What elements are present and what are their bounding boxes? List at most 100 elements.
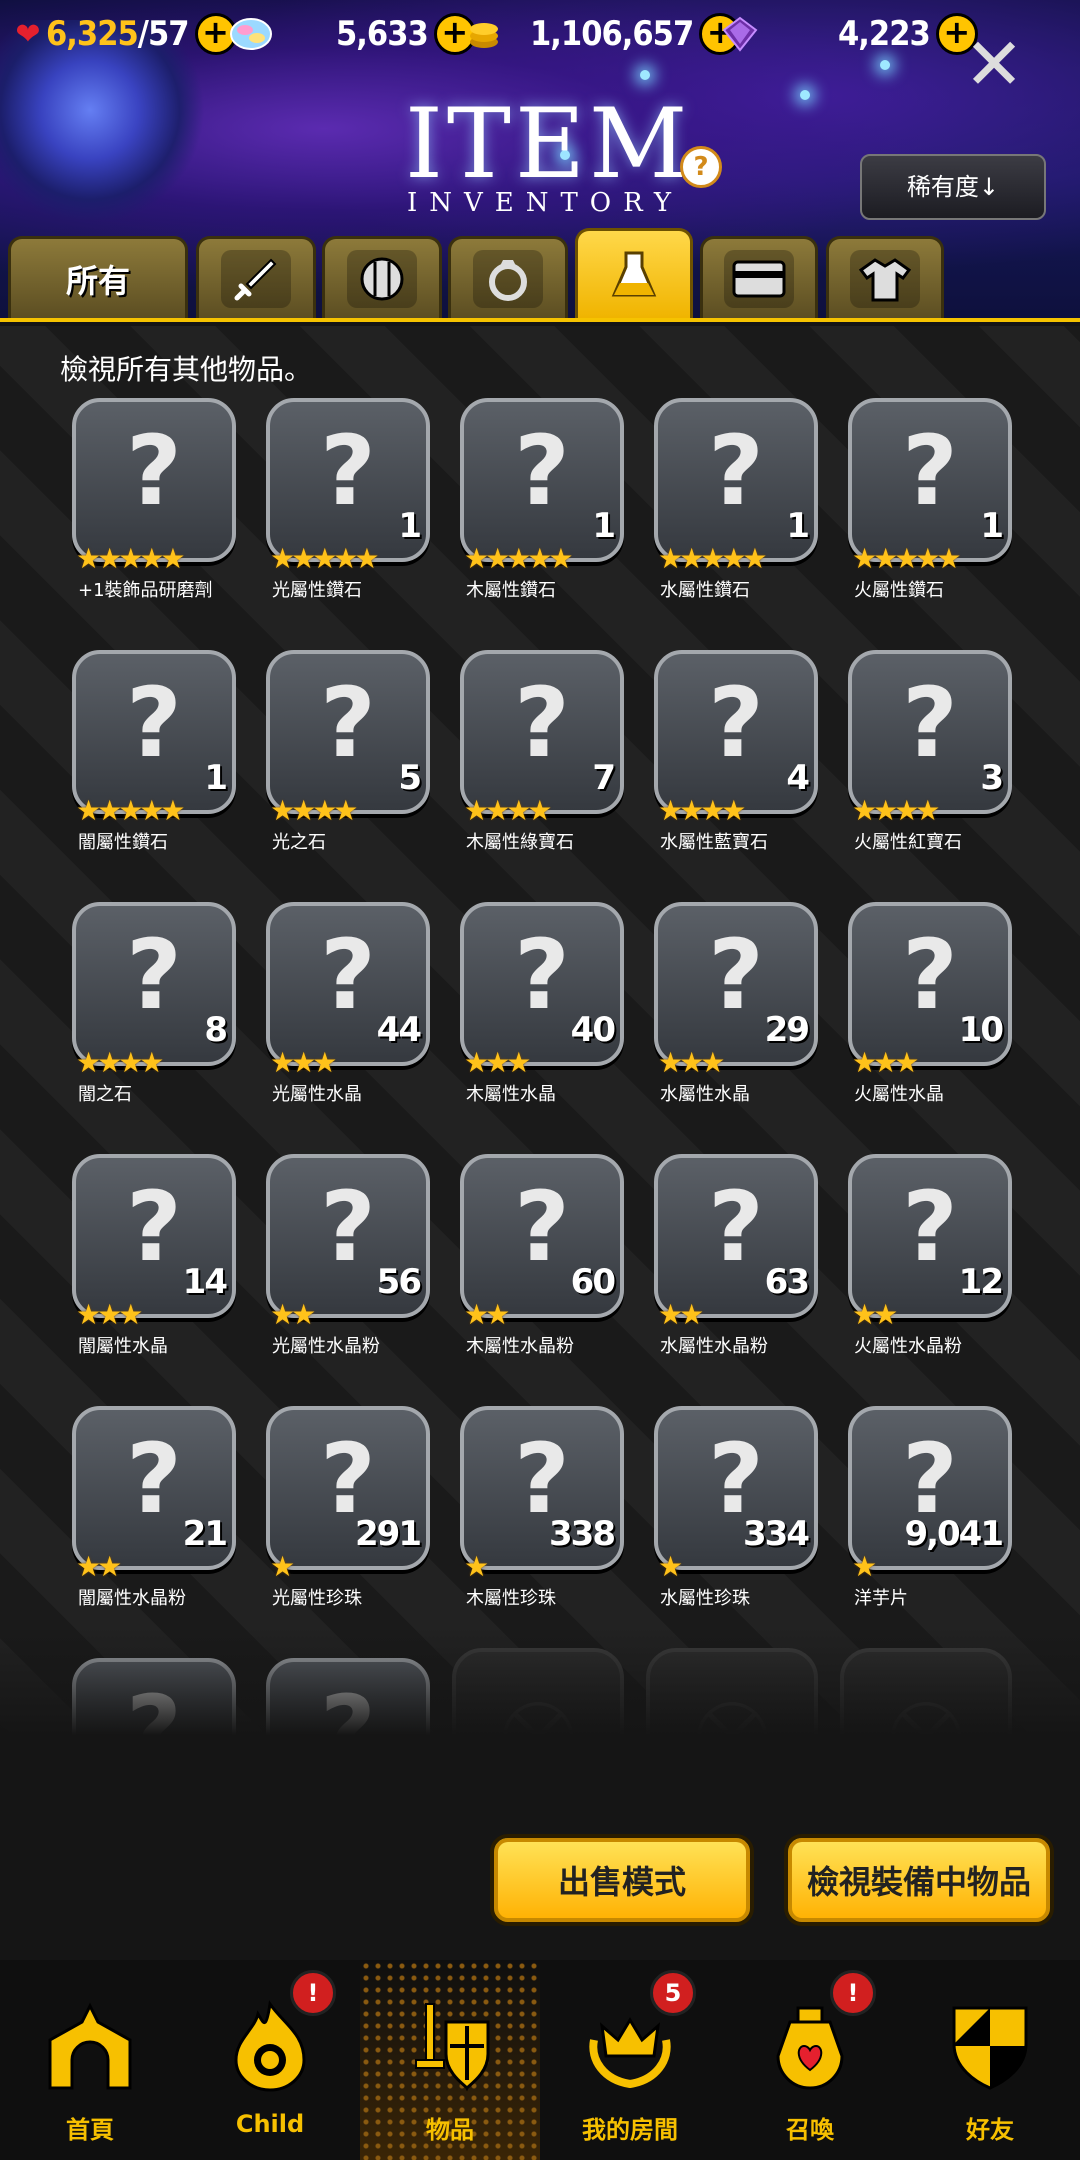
category-description: 檢視所有其他物品。	[60, 353, 313, 386]
item-card[interactable]: ? 334	[654, 1406, 818, 1570]
item-card[interactable]: ? 7	[460, 650, 624, 814]
item-card[interactable]: ? 1	[72, 650, 236, 814]
item-slot[interactable]: ? 1 ★★★★★ 木屬性鑽石	[460, 398, 630, 628]
item-slot[interactable]: ? 1 ★★★★★ 闇屬性鑽石	[72, 650, 242, 880]
rarity-stars: ★★★★★	[852, 542, 961, 575]
sparkle	[880, 60, 890, 70]
item-slot[interactable]: ? 40 ★★★ 木屬性水晶	[460, 902, 630, 1132]
item-slot[interactable]: ? 334 ★ 水屬性珍珠	[654, 1406, 824, 1636]
item-name: 闇之石	[78, 1084, 132, 1105]
item-card[interactable]: ? 3	[848, 650, 1012, 814]
tab-materials[interactable]	[575, 228, 693, 318]
item-card[interactable]: ? 1	[654, 398, 818, 562]
nav-summon[interactable]: ! 召喚	[720, 1960, 900, 2160]
item-slot[interactable]: ? 9,041 ★ 洋芋片	[848, 1406, 1018, 1636]
tab-all[interactable]: 所有	[8, 236, 188, 318]
item-slot[interactable]: ? 44 ★★★ 光屬性水晶	[266, 902, 436, 1132]
item-slot[interactable]: ? 4 ★★★★ 水屬性藍寶石	[654, 650, 824, 880]
item-name: 木屬性綠寶石	[466, 832, 574, 853]
item-count: 12	[958, 1262, 1004, 1302]
nav-friends[interactable]: 好友	[900, 1960, 1080, 2160]
tab-weapons[interactable]	[196, 236, 316, 318]
rarity-stars: ★★★★★	[464, 542, 573, 575]
dark-crystal-icon	[722, 16, 758, 52]
rarity-stars: ★★★★★	[76, 794, 185, 827]
item-name: 火屬性水晶粉	[854, 1336, 962, 1357]
item-card[interactable]: ? 14	[72, 1154, 236, 1318]
item-card[interactable]: ? 5	[266, 650, 430, 814]
rarity-stars: ★★★	[464, 1046, 531, 1079]
nav-my-room[interactable]: 5 我的房間	[540, 1960, 720, 2160]
sort-rarity-button[interactable]: 稀有度↓	[860, 154, 1046, 220]
coins-value: 1,106,657	[530, 14, 694, 54]
rarity-stars: ★★★★	[852, 794, 940, 827]
item-slot[interactable]: ? 21 ★★ 闇屬性水晶粉	[72, 1406, 242, 1636]
item-card[interactable]: ? 63	[654, 1154, 818, 1318]
bottom-nav: 首頁 ! Child 物品 5 我的房間 ! 召喚 好友	[0, 1960, 1080, 2160]
item-slot[interactable]: ? 291 ★ 光屬性珍珠	[266, 1406, 436, 1636]
tab-accessories[interactable]	[448, 236, 568, 318]
rarity-stars: ★	[852, 1550, 877, 1583]
item-slot[interactable]: ? 14 ★★★ 闇屬性水晶	[72, 1154, 242, 1384]
view-equipped-button[interactable]: 檢視裝備中物品	[784, 1834, 1054, 1926]
item-slot[interactable]: ? 56 ★★ 光屬性水晶粉	[266, 1154, 436, 1384]
item-slot[interactable]: ? 3 ★★★★ 火屬性紅寶石	[848, 650, 1018, 880]
sell-mode-button[interactable]: 出售模式	[490, 1834, 754, 1926]
item-name: 木屬性鑽石	[466, 580, 556, 601]
item-card[interactable]: ? 60	[460, 1154, 624, 1318]
tab-cards[interactable]	[700, 236, 818, 318]
item-card[interactable]: ? 1	[460, 398, 624, 562]
item-slot[interactable]: ? 10 ★★★ 火屬性水晶	[848, 902, 1018, 1132]
item-count: 1	[786, 506, 810, 546]
item-card[interactable]: ? 29	[654, 902, 818, 1066]
item-card[interactable]: ? 40	[460, 902, 624, 1066]
tab-underline	[0, 318, 1080, 322]
tab-costumes[interactable]	[826, 236, 944, 318]
item-count: 3	[980, 758, 1004, 798]
crystals-stat: 4,223 +	[722, 8, 978, 60]
close-icon[interactable]: ✕	[962, 28, 1026, 100]
item-slot[interactable]: ? 63 ★★ 水屬性水晶粉	[654, 1154, 824, 1384]
tab-shields[interactable]	[322, 236, 442, 318]
item-card[interactable]: ? 1	[848, 398, 1012, 562]
item-slot[interactable]: ? 29 ★★★ 水屬性水晶	[654, 902, 824, 1132]
item-count: 44	[376, 1010, 422, 1050]
item-name: 光屬性珍珠	[272, 1588, 362, 1609]
rarity-stars: ★	[658, 1550, 683, 1583]
item-card[interactable]: ? 8	[72, 902, 236, 1066]
item-card[interactable]: ?	[72, 398, 236, 562]
item-card[interactable]: ? 1	[266, 398, 430, 562]
rarity-stars: ★★	[852, 1298, 898, 1331]
item-slot[interactable]: ? 1 ★★★★★ 火屬性鑽石	[848, 398, 1018, 628]
gems-stat: 5,633 +	[226, 8, 476, 60]
item-slot[interactable]: ? ★★★★★ +1裝飾品研磨劑	[72, 398, 242, 628]
item-card[interactable]: ? 9,041	[848, 1406, 1012, 1570]
item-name: 闇屬性水晶粉	[78, 1588, 186, 1609]
item-card[interactable]: ? 21	[72, 1406, 236, 1570]
item-card[interactable]: ? 10	[848, 902, 1012, 1066]
nav-child[interactable]: ! Child	[180, 1960, 360, 2160]
item-name: 水屬性珍珠	[660, 1588, 750, 1609]
nav-home[interactable]: 首頁	[0, 1960, 180, 2160]
item-card[interactable]: ? 44	[266, 902, 430, 1066]
item-slot[interactable]: ? 1 ★★★★★ 光屬性鑽石	[266, 398, 436, 628]
item-card[interactable]: ? 56	[266, 1154, 430, 1318]
item-card[interactable]: ? 4	[654, 650, 818, 814]
item-slot[interactable]: ? 7 ★★★★ 木屬性綠寶石	[460, 650, 630, 880]
inventory-panel: 檢視所有其他物品。 ? ★★★★★ +1裝飾品研磨劑? 1 ★★★★★ 光屬性鑽石? 1 ★★…	[0, 326, 1080, 1808]
ring-icon	[473, 249, 543, 308]
item-slot[interactable]: ? 338 ★ 木屬性珍珠	[460, 1406, 630, 1636]
help-icon[interactable]: ?	[680, 146, 722, 188]
item-card[interactable]: ? 291	[266, 1406, 430, 1570]
item-slot[interactable]: ? 1 ★★★★★ 水屬性鑽石	[654, 398, 824, 628]
item-slot[interactable]: ? 60 ★★ 木屬性水晶粉	[460, 1154, 630, 1384]
sword-shield-icon	[404, 2000, 496, 2092]
item-card[interactable]: ? 338	[460, 1406, 624, 1570]
item-count: 5	[398, 758, 422, 798]
nav-home-label: 首頁	[66, 2116, 114, 2144]
item-slot[interactable]: ? 8 ★★★★ 闇之石	[72, 902, 242, 1132]
item-slot[interactable]: ? 12 ★★ 火屬性水晶粉	[848, 1154, 1018, 1384]
item-card[interactable]: ? 12	[848, 1154, 1012, 1318]
item-slot[interactable]: ? 5 ★★★★ 光之石	[266, 650, 436, 880]
nav-items[interactable]: 物品	[360, 1960, 540, 2160]
